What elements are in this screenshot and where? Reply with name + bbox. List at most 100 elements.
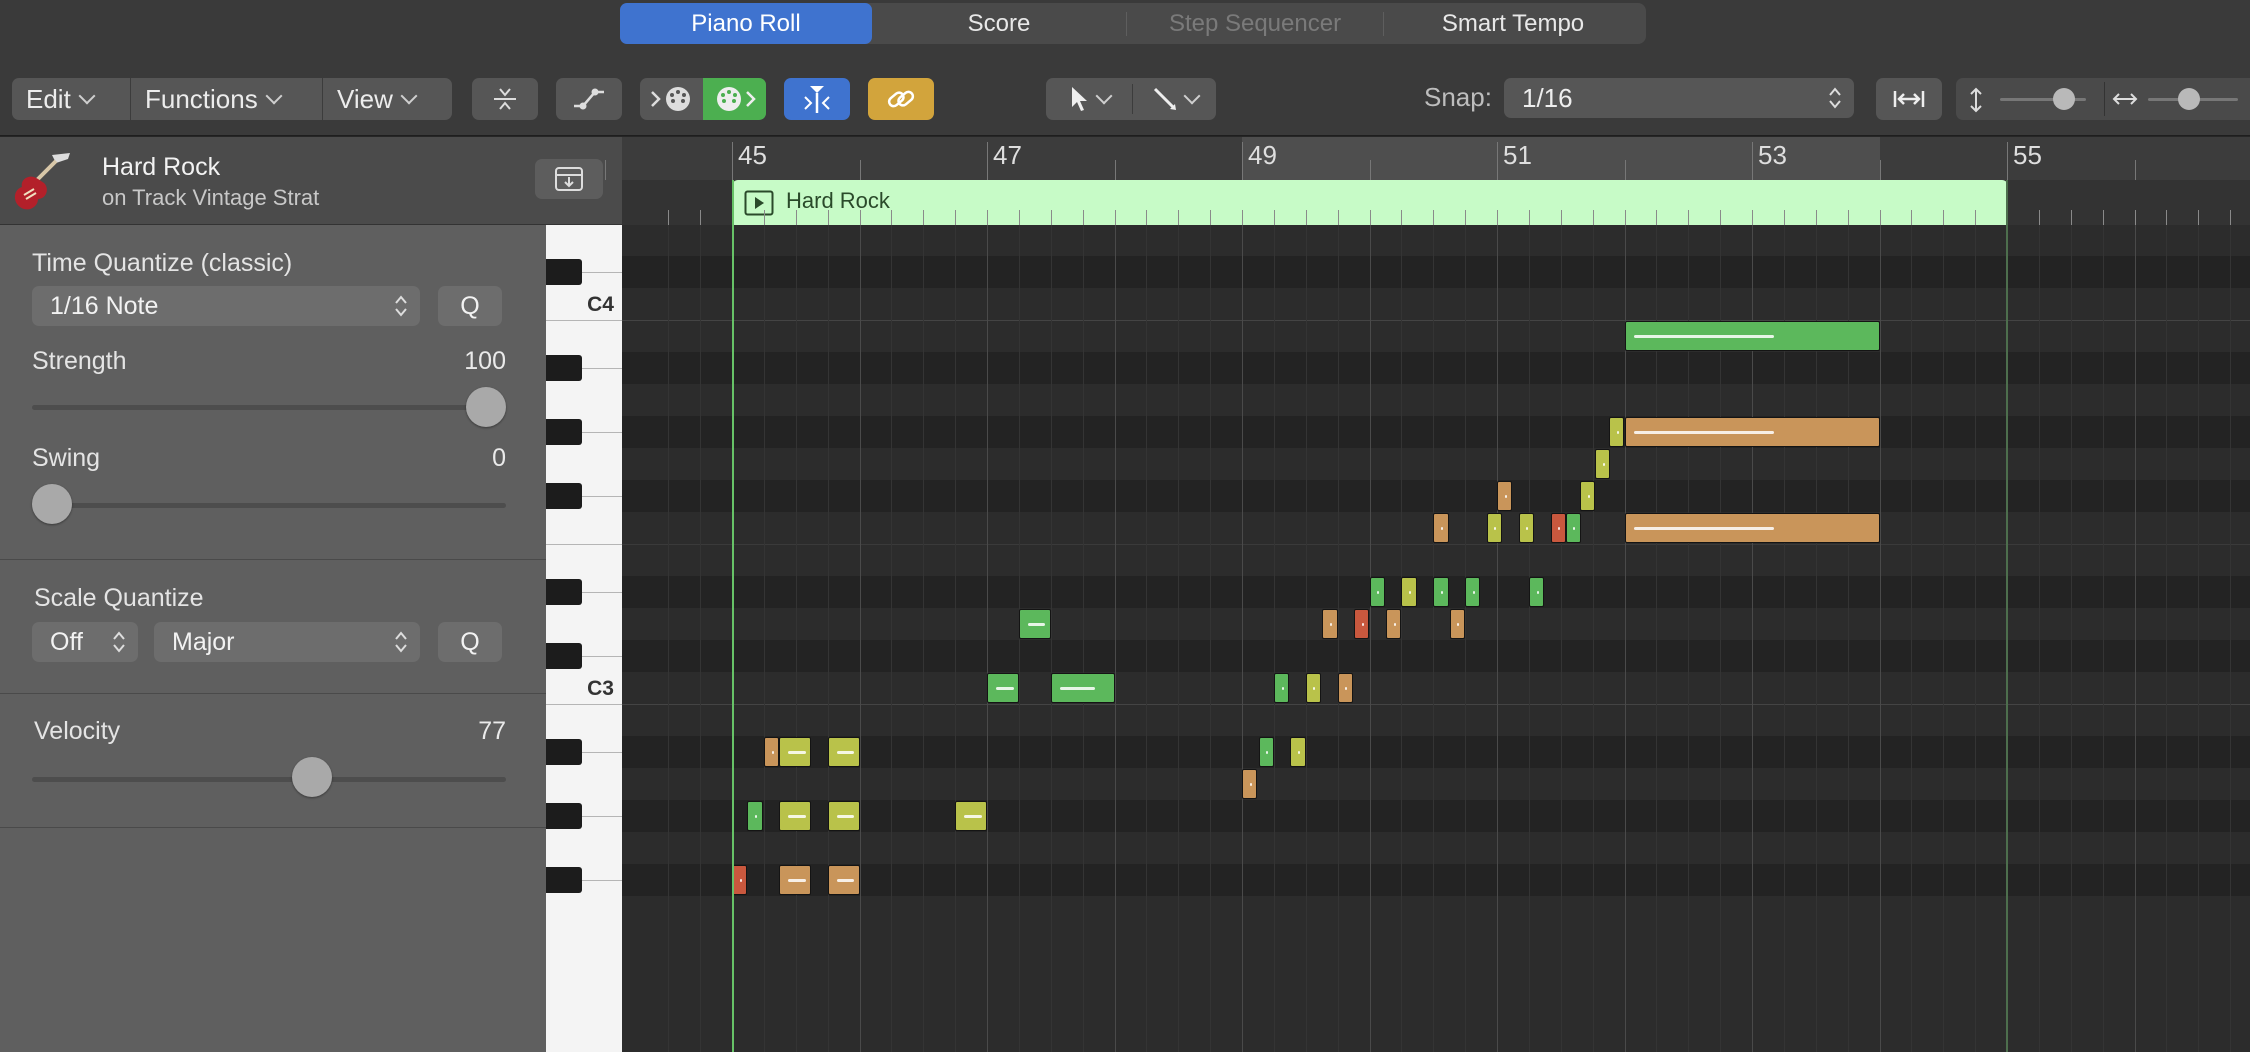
time-quantize-q-button[interactable]: Q	[438, 286, 502, 326]
command-click-tool-menu[interactable]	[1133, 78, 1216, 120]
midi-note[interactable]	[1579, 481, 1596, 511]
velocity-bar	[1536, 591, 1539, 594]
midi-note[interactable]	[1273, 673, 1290, 703]
midi-note[interactable]	[779, 865, 812, 895]
scale-quantize-q-button[interactable]: Q	[438, 622, 502, 662]
bar-line	[1497, 225, 1498, 1052]
beat-tick	[763, 210, 765, 225]
midi-note[interactable]	[1290, 737, 1306, 767]
midi-out-button[interactable]	[703, 78, 766, 120]
midi-note[interactable]	[987, 673, 1019, 703]
edit-menu[interactable]: Edit	[12, 78, 130, 120]
midi-note[interactable]	[747, 801, 763, 831]
tab-smart-tempo[interactable]: Smart Tempo	[1384, 3, 1642, 44]
midi-note[interactable]	[1018, 609, 1051, 639]
black-key[interactable]	[546, 643, 582, 669]
swing-slider-track[interactable]	[32, 503, 506, 508]
midi-note[interactable]	[827, 801, 860, 831]
left-click-tool-menu[interactable]	[1046, 78, 1132, 120]
velocity-bar	[1298, 751, 1301, 754]
white-key-divider	[546, 320, 622, 321]
link-button[interactable]	[868, 78, 934, 120]
scale-type-select[interactable]: Major	[154, 622, 420, 662]
velocity-bar	[1409, 591, 1412, 594]
chevron-down-icon	[1095, 87, 1113, 105]
midi-note[interactable]	[955, 801, 987, 831]
midi-note[interactable]	[1433, 577, 1449, 607]
midi-note[interactable]	[1050, 673, 1115, 703]
midi-note[interactable]	[1305, 673, 1322, 703]
functions-menu[interactable]: Functions	[130, 78, 322, 120]
view-menu[interactable]: View	[322, 78, 452, 120]
beat-tick	[1337, 210, 1339, 225]
midi-note[interactable]	[827, 737, 860, 767]
bar-tick	[2007, 142, 2008, 180]
midi-note[interactable]	[1528, 577, 1545, 607]
black-key[interactable]	[546, 867, 582, 893]
midi-note[interactable]	[1337, 673, 1353, 703]
beat-tick	[1082, 210, 1084, 225]
midi-note[interactable]	[732, 865, 748, 895]
horizontal-zoom-knob[interactable]	[2178, 88, 2200, 110]
midi-note[interactable]	[1565, 513, 1582, 543]
midi-note[interactable]	[1486, 513, 1503, 543]
piano-keyboard[interactable]: C4 C3	[546, 225, 622, 1052]
midi-note[interactable]	[779, 737, 812, 767]
strength-slider-knob[interactable]	[466, 387, 506, 427]
black-key[interactable]	[546, 355, 582, 381]
octave-label: C3	[587, 677, 614, 700]
beat-line	[1337, 225, 1339, 1052]
region-inspector-toggle-button[interactable]	[535, 159, 603, 199]
midi-note[interactable]	[1595, 449, 1611, 479]
beat-tick	[1624, 210, 1626, 225]
velocity-bar	[836, 879, 855, 882]
catch-playhead-button[interactable]	[784, 78, 850, 120]
midi-note[interactable]	[1624, 417, 1880, 447]
midi-note[interactable]	[779, 801, 812, 831]
bar-number: 53	[1758, 140, 1787, 170]
velocity-bar	[1587, 495, 1590, 498]
midi-note[interactable]	[1465, 577, 1481, 607]
black-key[interactable]	[546, 259, 582, 285]
velocity-slider-knob[interactable]	[292, 757, 333, 797]
black-key[interactable]	[546, 419, 582, 445]
tab-score[interactable]: Score	[872, 3, 1126, 44]
midi-note[interactable]	[1354, 609, 1370, 639]
octave-label: C4	[587, 293, 614, 316]
midi-note[interactable]	[1369, 577, 1385, 607]
automation-button[interactable]	[556, 78, 622, 120]
beat-line	[1305, 225, 1307, 1052]
midi-note[interactable]	[827, 865, 860, 895]
midi-note[interactable]	[763, 737, 780, 767]
swing-slider-knob[interactable]	[32, 484, 72, 524]
midi-note[interactable]	[1322, 609, 1338, 639]
time-quantize-select[interactable]: 1/16 Note	[32, 286, 420, 326]
midi-note[interactable]	[1433, 513, 1449, 543]
black-key[interactable]	[546, 483, 582, 509]
midi-note[interactable]	[1449, 609, 1466, 639]
black-key[interactable]	[546, 739, 582, 765]
fit-to-window-button[interactable]	[1876, 78, 1942, 120]
zoom-controls	[1956, 78, 2250, 120]
midi-note[interactable]	[1624, 321, 1880, 351]
midi-note[interactable]	[1386, 609, 1402, 639]
midi-note[interactable]	[1258, 737, 1274, 767]
midi-note[interactable]	[1624, 513, 1880, 543]
tab-piano-roll[interactable]: Piano Roll	[620, 3, 872, 44]
black-key[interactable]	[546, 803, 582, 829]
midi-note[interactable]	[1497, 481, 1513, 511]
catch-playhead-icon	[804, 86, 830, 113]
midi-note[interactable]	[1609, 417, 1625, 447]
black-key[interactable]	[546, 579, 582, 605]
midi-note[interactable]	[1550, 513, 1566, 543]
collapse-button[interactable]	[472, 78, 538, 120]
midi-in-button[interactable]	[640, 78, 703, 120]
midi-note[interactable]	[1518, 513, 1534, 543]
scale-root-select[interactable]: Off	[32, 622, 138, 662]
vertical-zoom-knob[interactable]	[2053, 88, 2075, 110]
strength-slider-track[interactable]	[32, 405, 506, 410]
midi-note[interactable]	[1401, 577, 1417, 607]
midi-note[interactable]	[1242, 769, 1258, 799]
velocity-slider-track[interactable]	[32, 777, 506, 782]
snap-select[interactable]: 1/16	[1504, 78, 1854, 118]
